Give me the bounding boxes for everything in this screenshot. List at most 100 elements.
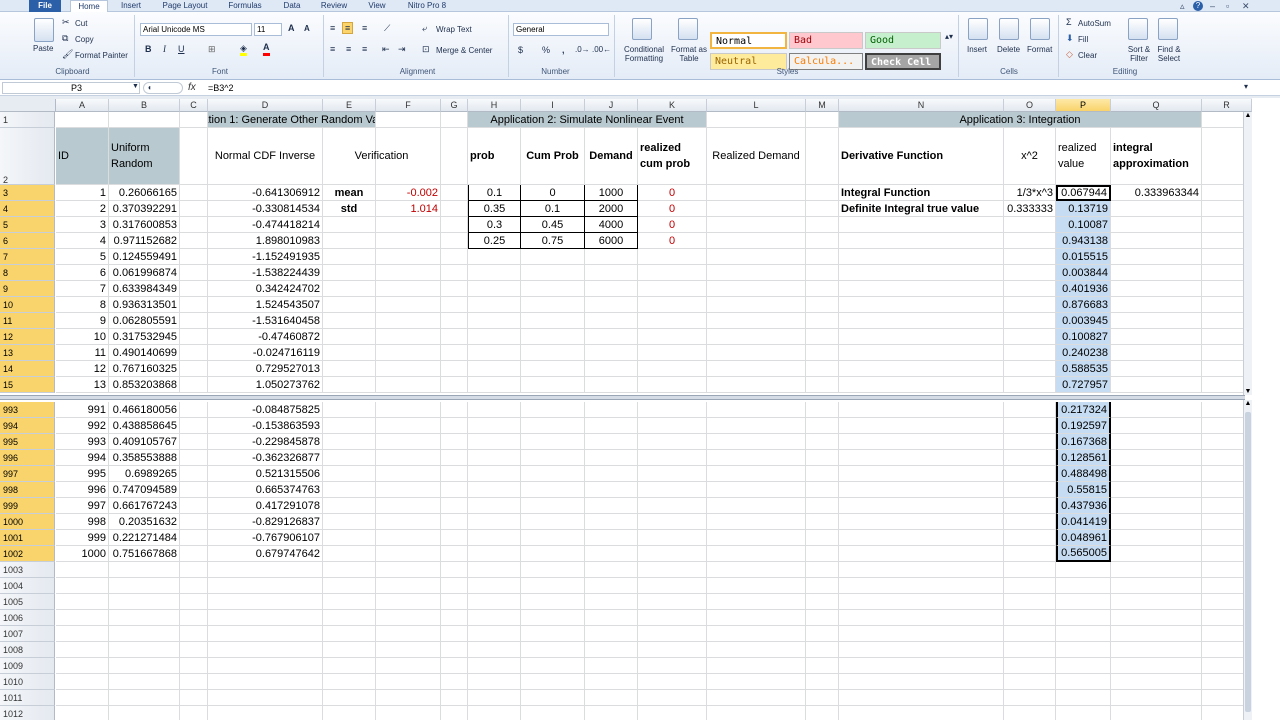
cell-n[interactable] bbox=[839, 265, 1004, 281]
cell-m[interactable] bbox=[806, 418, 839, 434]
cell-l[interactable] bbox=[707, 249, 806, 265]
cell-m[interactable] bbox=[806, 466, 839, 482]
row-header[interactable]: 1005 bbox=[0, 594, 55, 610]
cell-uniform[interactable]: 0.6989265 bbox=[109, 466, 180, 482]
cell-id[interactable]: 991 bbox=[56, 402, 109, 418]
cell-o[interactable] bbox=[1004, 450, 1056, 466]
cell-h[interactable] bbox=[468, 329, 521, 345]
empty-cell[interactable] bbox=[585, 594, 638, 610]
select-all-corner[interactable] bbox=[0, 99, 56, 112]
empty-cell[interactable] bbox=[323, 658, 376, 674]
empty-cell[interactable] bbox=[521, 658, 585, 674]
cell-n[interactable] bbox=[839, 514, 1004, 530]
tab-nitro[interactable]: Nitro Pro 8 bbox=[398, 0, 456, 12]
merge-icon[interactable]: ⊡ bbox=[422, 44, 430, 55]
cell-g[interactable] bbox=[441, 377, 468, 393]
cell-a[interactable] bbox=[56, 112, 109, 128]
empty-cell[interactable] bbox=[441, 642, 468, 658]
cell-q[interactable] bbox=[1111, 329, 1202, 345]
cell-e[interactable] bbox=[323, 233, 376, 249]
cell-n[interactable] bbox=[839, 377, 1004, 393]
empty-cell[interactable] bbox=[839, 642, 1004, 658]
app1-banner[interactable]: Application 1: Generate Other Random Var… bbox=[208, 112, 376, 128]
row-header[interactable]: 3 bbox=[0, 185, 55, 201]
empty-cell[interactable] bbox=[707, 674, 806, 690]
label-mean[interactable]: mean bbox=[323, 185, 376, 201]
empty-cell[interactable] bbox=[638, 674, 707, 690]
cell-o[interactable] bbox=[1004, 329, 1056, 345]
empty-cell[interactable] bbox=[521, 562, 585, 578]
empty-cell[interactable] bbox=[585, 658, 638, 674]
cell-o[interactable] bbox=[1004, 297, 1056, 313]
tab-file[interactable]: File bbox=[29, 0, 61, 12]
row-header[interactable]: 1008 bbox=[0, 642, 55, 658]
empty-cell[interactable] bbox=[1004, 642, 1056, 658]
styles-scroll-icon[interactable]: ▴▾ bbox=[945, 32, 953, 41]
cell-q[interactable] bbox=[1111, 313, 1202, 329]
empty-cell[interactable] bbox=[839, 610, 1004, 626]
header-demand[interactable]: Demand bbox=[585, 128, 638, 185]
cell-q[interactable] bbox=[1111, 217, 1202, 233]
column-header-c[interactable]: C bbox=[180, 99, 208, 112]
cell-normal[interactable]: -0.084875825 bbox=[208, 402, 323, 418]
cell-g[interactable] bbox=[441, 514, 468, 530]
cell-j[interactable] bbox=[585, 249, 638, 265]
cell-l[interactable] bbox=[707, 514, 806, 530]
cell-normal[interactable]: -1.152491935 bbox=[208, 249, 323, 265]
cell-m[interactable] bbox=[806, 265, 839, 281]
cell-f[interactable] bbox=[376, 418, 441, 434]
row-header[interactable]: 996 bbox=[0, 450, 55, 466]
sort-filter-icon[interactable] bbox=[1128, 18, 1148, 40]
sim-cell[interactable]: 0.35 bbox=[468, 201, 521, 217]
cell-m[interactable] bbox=[806, 482, 839, 498]
empty-cell[interactable] bbox=[109, 674, 180, 690]
cell-b[interactable] bbox=[109, 112, 180, 128]
empty-cell[interactable] bbox=[376, 594, 441, 610]
empty-cell[interactable] bbox=[521, 690, 585, 706]
cell-f[interactable] bbox=[376, 233, 441, 249]
cell-e[interactable] bbox=[323, 434, 376, 450]
cell-normal[interactable]: -0.47460872 bbox=[208, 329, 323, 345]
formula-cancel-icon[interactable]: ◖ bbox=[143, 82, 183, 94]
row-header[interactable]: 1009 bbox=[0, 658, 55, 674]
tab-view[interactable]: View bbox=[359, 0, 395, 12]
cell-f[interactable] bbox=[376, 329, 441, 345]
cell-m[interactable] bbox=[806, 201, 839, 217]
cell-normal[interactable]: 0.679747642 bbox=[208, 546, 323, 562]
cell-e[interactable] bbox=[323, 329, 376, 345]
empty-cell[interactable] bbox=[208, 706, 323, 720]
empty-cell[interactable] bbox=[707, 610, 806, 626]
cell-normal[interactable]: 0.417291078 bbox=[208, 498, 323, 514]
cell-realized-value[interactable]: 0.55815 bbox=[1056, 482, 1111, 498]
cell-id[interactable]: 4 bbox=[56, 233, 109, 249]
cell-n[interactable] bbox=[839, 498, 1004, 514]
empty-cell[interactable] bbox=[1004, 562, 1056, 578]
empty-cell[interactable] bbox=[638, 610, 707, 626]
empty-cell[interactable] bbox=[441, 578, 468, 594]
increase-indent-icon[interactable]: ⇥ bbox=[398, 44, 406, 55]
cell-g[interactable] bbox=[441, 345, 468, 361]
cell-e[interactable] bbox=[323, 466, 376, 482]
empty-cell[interactable] bbox=[585, 706, 638, 720]
cell-l[interactable] bbox=[707, 112, 806, 128]
cell-h[interactable] bbox=[468, 361, 521, 377]
empty-cell[interactable] bbox=[468, 610, 521, 626]
wrap-text-icon[interactable]: ⤶ bbox=[422, 23, 427, 34]
cell-f[interactable] bbox=[376, 482, 441, 498]
cell-l[interactable] bbox=[707, 265, 806, 281]
cell-m[interactable] bbox=[806, 402, 839, 418]
header-realized-demand[interactable]: Realized Demand bbox=[707, 128, 806, 185]
cell-o[interactable] bbox=[1004, 233, 1056, 249]
empty-cell[interactable] bbox=[806, 706, 839, 720]
cell-normal[interactable]: 1.050273762 bbox=[208, 377, 323, 393]
cell-e[interactable] bbox=[323, 265, 376, 281]
paste-icon[interactable] bbox=[34, 18, 54, 42]
cell-l[interactable] bbox=[707, 546, 806, 562]
cell-k[interactable] bbox=[638, 329, 707, 345]
cell-q[interactable] bbox=[1111, 281, 1202, 297]
cell-g[interactable] bbox=[441, 530, 468, 546]
cell-q[interactable] bbox=[1111, 546, 1202, 562]
cell-f[interactable] bbox=[376, 530, 441, 546]
cell-f[interactable] bbox=[376, 265, 441, 281]
copy-button[interactable]: Copy bbox=[75, 35, 94, 44]
